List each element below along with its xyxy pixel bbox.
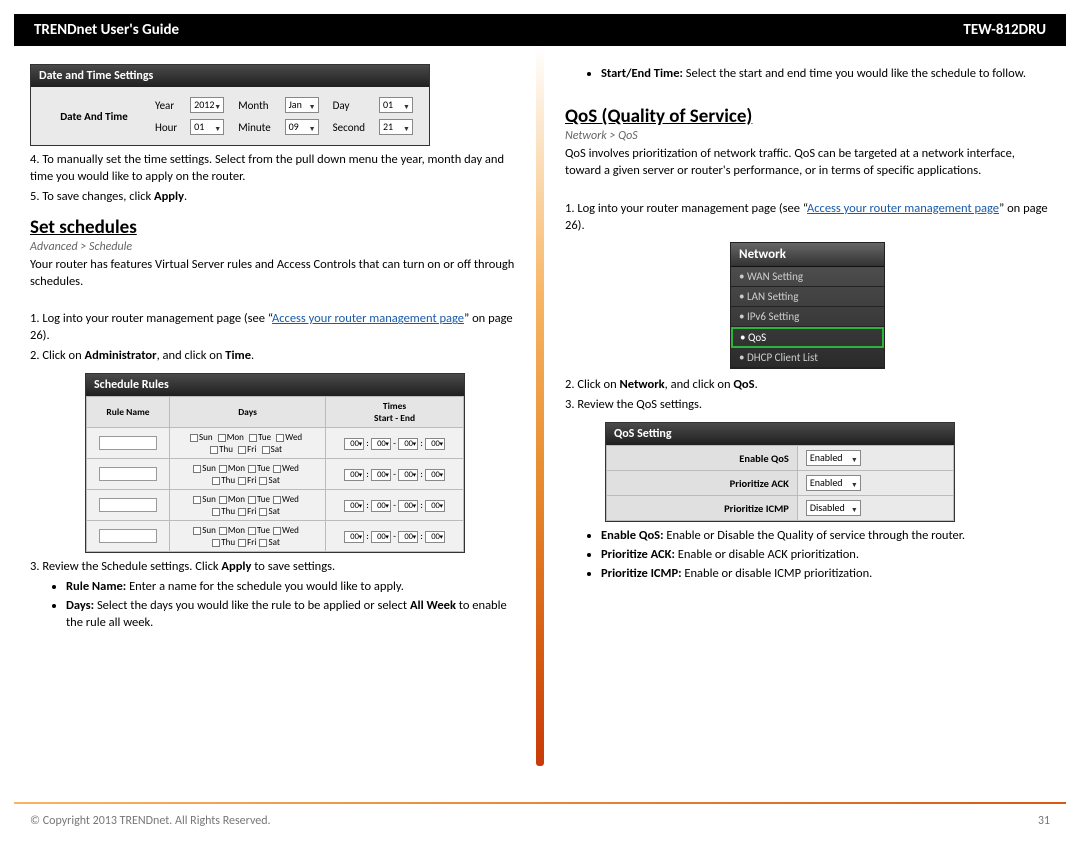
copyright: © Copyright 2013 TRENDnet. All Rights Re… bbox=[30, 814, 271, 828]
rule-name-input[interactable] bbox=[99, 436, 157, 450]
month-label: Month bbox=[238, 99, 268, 112]
cb-wed[interactable] bbox=[276, 434, 284, 442]
cb-thu[interactable] bbox=[210, 446, 218, 454]
net-menu-title: Network bbox=[731, 243, 884, 267]
lbl-enable-qos: Enable QoS bbox=[607, 446, 798, 471]
sched-title: Schedule Rules bbox=[86, 374, 464, 396]
bullet-start-end: Start/End Time: Select the start and end… bbox=[601, 66, 1050, 83]
sched-step-1: 1. Log into your router management page … bbox=[30, 311, 515, 345]
menu-dhcp-client-list[interactable]: DHCP Client List bbox=[731, 348, 884, 368]
end-h[interactable]: 00 bbox=[398, 438, 418, 450]
cb-sun[interactable] bbox=[190, 434, 198, 442]
schedule-row: SunMonTueWedThuFriSat 00 : 00 - 00 : 00 bbox=[87, 459, 464, 490]
month-select[interactable]: Jan bbox=[285, 97, 319, 113]
qos-intro: QoS involves prioritization of network t… bbox=[565, 146, 1050, 180]
date-time-widget: Date and Time Settings Date And Time Yea… bbox=[30, 64, 430, 146]
link-router-mgmt-1[interactable]: Access your router management page bbox=[272, 311, 464, 326]
column-divider bbox=[536, 46, 544, 766]
rule-name-input[interactable] bbox=[99, 467, 157, 481]
minute-label: Minute bbox=[238, 121, 271, 134]
start-m[interactable]: 00 bbox=[371, 438, 391, 450]
schedule-intro: Your router has features Virtual Server … bbox=[30, 257, 515, 291]
dt-row-label: Date And Time bbox=[39, 95, 149, 137]
sched-step-2: 2. Click on Administrator, and click on … bbox=[30, 348, 515, 365]
hour-label: Hour bbox=[155, 121, 177, 134]
hour-select[interactable]: 01 bbox=[190, 119, 224, 135]
bullet-rule-name: Rule Name: Enter a name for the schedule… bbox=[66, 579, 515, 596]
rule-name-input[interactable] bbox=[99, 498, 157, 512]
schedule-rules-widget: Schedule Rules Rule Name Days Times Star… bbox=[85, 373, 465, 553]
start-h[interactable]: 00 bbox=[344, 438, 364, 450]
menu-qos[interactable]: QoS bbox=[731, 327, 884, 348]
cb-mon[interactable] bbox=[218, 434, 226, 442]
cb-tue[interactable] bbox=[249, 434, 257, 442]
sel-prioritize-ack[interactable]: Enabled bbox=[806, 475, 861, 491]
qos-step-2: 2. Click on Network, and click on QoS. bbox=[565, 377, 1050, 394]
schedule-row: Sun Mon Tue Wed Thu Fri Sat 00 : 00 - 00… bbox=[87, 428, 464, 459]
breadcrumb-qos: Network > QoS bbox=[565, 129, 1050, 143]
section-set-schedules: Set schedules bbox=[30, 216, 515, 239]
lbl-prioritize-icmp: Prioritize ICMP bbox=[607, 496, 798, 521]
header-left: TRENDnet User's Guide bbox=[34, 21, 179, 39]
rule-name-input[interactable] bbox=[99, 529, 157, 543]
step-5-text: 5. To save changes, click Apply. bbox=[30, 189, 515, 206]
page-header: TRENDnet User's Guide TEW-812DRU bbox=[14, 14, 1066, 46]
breadcrumb-schedule: Advanced > Schedule bbox=[30, 240, 515, 254]
header-right: TEW-812DRU bbox=[963, 21, 1046, 39]
schedule-row: SunMonTueWedThuFriSat 00 : 00 - 00 : 00 bbox=[87, 490, 464, 521]
minute-select[interactable]: 09 bbox=[285, 119, 319, 135]
days-cell: Sun Mon Tue Wed Thu Fri Sat bbox=[170, 428, 326, 459]
sel-prioritize-icmp[interactable]: Disabled bbox=[806, 500, 861, 516]
second-select[interactable]: 21 bbox=[379, 119, 413, 135]
year-select[interactable]: 2012 bbox=[190, 97, 224, 113]
col-times: Times Start - End bbox=[326, 397, 464, 428]
cb-sat[interactable] bbox=[262, 446, 270, 454]
bullet-days: Days: Select the days you would like the… bbox=[66, 598, 515, 632]
qos-setting-widget: QoS Setting Enable QoS Enabled Prioritize… bbox=[605, 422, 955, 522]
right-column: Start/End Time: Select the start and end… bbox=[565, 64, 1050, 766]
day-label: Day bbox=[333, 99, 350, 112]
menu-lan-setting[interactable]: LAN Setting bbox=[731, 287, 884, 307]
step-4-text: 4. To manually set the time settings. Se… bbox=[30, 152, 515, 186]
dt-title: Date and Time Settings bbox=[31, 65, 429, 87]
qos-step-3: 3. Review the QoS settings. bbox=[565, 397, 1050, 414]
qos-step-1: 1. Log into your router management page … bbox=[565, 201, 1050, 235]
bullet-prioritize-icmp: Prioritize ICMP: Enable or disable ICMP … bbox=[601, 566, 1050, 583]
sel-enable-qos[interactable]: Enabled bbox=[806, 450, 861, 466]
times-cell: 00 : 00 - 00 : 00 bbox=[326, 428, 464, 459]
network-menu: Network WAN Setting LAN Setting IPv6 Set… bbox=[730, 242, 885, 369]
menu-wan-setting[interactable]: WAN Setting bbox=[731, 267, 884, 287]
page-number: 31 bbox=[1038, 814, 1050, 828]
cb-fri[interactable] bbox=[238, 446, 246, 454]
year-label: Year bbox=[155, 99, 174, 112]
col-days: Days bbox=[170, 397, 326, 428]
col-rule-name: Rule Name bbox=[87, 397, 170, 428]
sched-step-3: 3. Review the Schedule settings. Click A… bbox=[30, 559, 515, 576]
link-router-mgmt-2[interactable]: Access your router management page bbox=[807, 201, 999, 216]
schedule-row: SunMonTueWedThuFriSat 00 : 00 - 00 : 00 bbox=[87, 521, 464, 552]
menu-ipv6-setting[interactable]: IPv6 Setting bbox=[731, 307, 884, 327]
bullet-enable-qos: Enable QoS: Enable or Disable the Qualit… bbox=[601, 528, 1050, 545]
day-select[interactable]: 01 bbox=[379, 97, 413, 113]
page-footer: © Copyright 2013 TRENDnet. All Rights Re… bbox=[30, 814, 1050, 828]
footer-divider bbox=[14, 802, 1066, 804]
qos-title: QoS Setting bbox=[606, 423, 954, 445]
section-qos: QoS (Quality of Service) bbox=[565, 105, 1050, 128]
left-column: Date and Time Settings Date And Time Yea… bbox=[30, 64, 515, 766]
lbl-prioritize-ack: Prioritize ACK bbox=[607, 471, 798, 496]
bullet-prioritize-ack: Prioritize ACK: Enable or disable ACK pr… bbox=[601, 547, 1050, 564]
end-m[interactable]: 00 bbox=[425, 438, 445, 450]
second-label: Second bbox=[333, 121, 365, 134]
